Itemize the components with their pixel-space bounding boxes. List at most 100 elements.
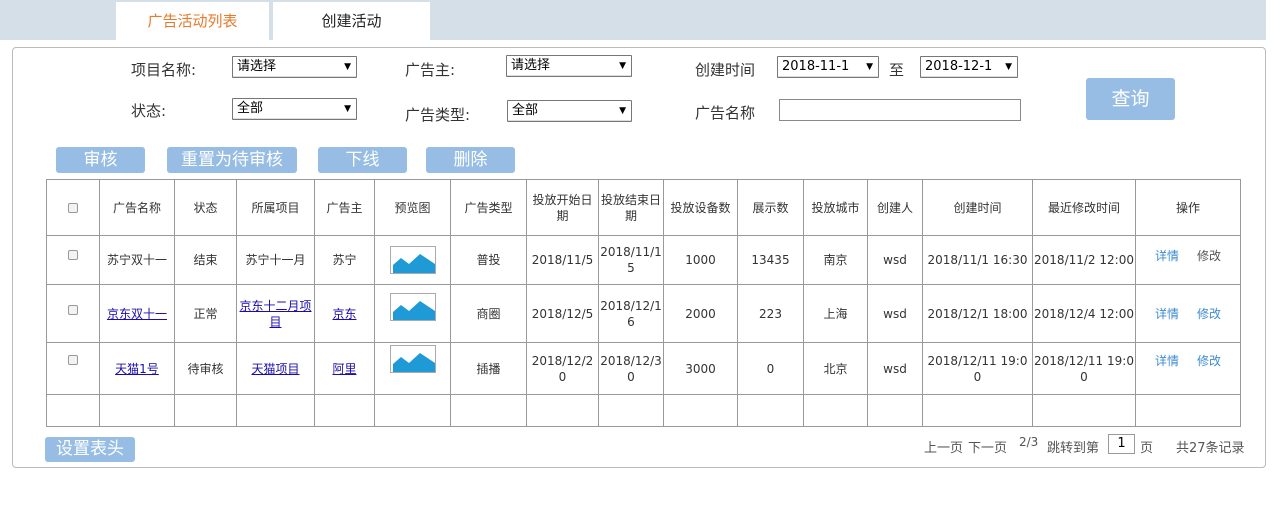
created-time-label: 创建时间 [695,61,756,79]
main-panel: 项目名称: 请选择 ▼ 广告主: 请选择 ▼ 创建时间 2018-11-1 ▼ 至 2… [12,47,1266,468]
cell-ad-type: 普投 [450,235,527,285]
delete-button[interactable]: 删除 [426,147,515,173]
cell-ad-name: 苏宁双十一 [99,235,175,285]
created-from-select[interactable]: 2018-11-1 ▼ [777,56,879,78]
checkbox-icon[interactable] [68,203,78,213]
row-checkbox-icon[interactable] [68,304,78,315]
campaign-table: 广告名称 状态 所属项目 广告主 预览图 广告类型 投放开始日期 投放结束日期 … [46,179,1241,427]
cell-preview [374,235,451,285]
cell-city: 北京 [803,342,868,395]
tab-bar: 广告活动列表 创建活动 [0,0,1266,40]
dropdown-arrow-icon: ▼ [866,62,873,72]
cell-modified-time: 2018/12/4 12:00 [1032,284,1136,343]
page-jump-input[interactable]: 1 [1108,434,1135,454]
row-checkbox-icon[interactable] [68,354,78,365]
cell-preview [374,342,451,395]
col-start-date: 投放开始日期 [526,179,599,236]
cell-operations: 详情 修改 [1135,342,1241,395]
status-select[interactable]: 全部 ▼ [232,98,357,120]
col-advertiser: 广告主 [314,179,375,236]
select-all-cell[interactable] [46,179,100,236]
ad-name-link[interactable]: 天猫1号 [115,362,159,376]
cell-operations: 详情 修改 [1135,284,1241,343]
cell-devices: 2000 [663,284,738,343]
prev-page-link[interactable]: 上一页 [924,437,963,456]
advertiser-label: 广告主: [405,61,456,79]
cell-ad-type: 商圈 [450,284,527,343]
advertiser-link[interactable]: 阿里 [332,362,356,376]
project-link[interactable]: 京东十二月项目 [239,299,311,329]
cell-creator: wsd [867,342,923,395]
cell-start-date: 2018/12/5 [526,284,599,343]
cell-status: 结束 [174,235,237,285]
col-creator: 创建人 [867,179,923,236]
cell-advertiser: 苏宁 [314,235,375,285]
col-ad-name: 广告名称 [99,179,175,236]
cell-created-time: 2018/12/1 18:00 [922,284,1033,343]
query-button[interactable]: 查询 [1086,78,1175,120]
cell-project: 苏宁十一月 [236,235,315,285]
cell-creator: wsd [867,235,923,285]
col-devices: 投放设备数 [663,179,738,236]
next-page-link[interactable]: 下一页 [968,437,1007,456]
cell-impressions: 13435 [737,235,804,285]
ad-name-link[interactable]: 京东双十一 [107,307,167,321]
cell-ad-name: 天猫1号 [99,342,175,395]
project-select[interactable]: 请选择 ▼ [232,56,357,78]
detail-link[interactable]: 详情 [1155,307,1179,321]
col-modified-time: 最近修改时间 [1032,179,1136,236]
cell-devices: 1000 [663,235,738,285]
tab-ad-campaign-list[interactable]: 广告活动列表 [116,2,269,40]
cell-start-date: 2018/12/20 [526,342,599,395]
offline-button[interactable]: 下线 [318,147,407,173]
dropdown-arrow-icon: ▼ [619,61,626,71]
status-label: 状态: [131,102,167,120]
dropdown-arrow-icon: ▼ [619,106,626,116]
ad-name-input[interactable] [779,99,1021,121]
col-impressions: 展示数 [737,179,804,236]
col-operations: 操作 [1135,179,1241,236]
table-header-row: 广告名称 状态 所属项目 广告主 预览图 广告类型 投放开始日期 投放结束日期 … [46,179,1241,236]
jump-label: 跳转到第 [1047,441,1100,456]
cell-advertiser: 京东 [314,284,375,343]
col-created-time: 创建时间 [922,179,1033,236]
created-to-select[interactable]: 2018-12-1 ▼ [920,56,1018,78]
cell-impressions: 0 [737,342,804,395]
detail-link[interactable]: 详情 [1155,354,1179,368]
image-placeholder-icon[interactable] [389,345,436,373]
cell-creator: wsd [867,284,923,343]
image-placeholder-icon[interactable] [389,293,436,321]
cell-ad-type: 插播 [450,342,527,395]
detail-link[interactable]: 详情 [1155,249,1179,263]
ad-type-select[interactable]: 全部 ▼ [507,100,632,122]
advertiser-select[interactable]: 请选择 ▼ [506,55,632,77]
row-checkbox-icon[interactable] [68,249,78,260]
total-records: 共27条记录 [1176,441,1245,456]
ad-type-label: 广告类型: [405,106,471,124]
cell-operations: 详情 修改 [1135,235,1241,285]
advertiser-link[interactable]: 京东 [332,307,356,321]
page-unit-label: 页 [1140,441,1154,456]
table-row: 苏宁双十一 结束 苏宁十一月 苏宁 普投 2018/11/5 2018/11/1… [46,235,1241,285]
cell-modified-time: 2018/11/2 12:00 [1032,235,1136,285]
project-label: 项目名称: [131,61,197,79]
reset-pending-button[interactable]: 重置为待审核 [167,147,297,173]
table-row: 京东双十一 正常 京东十二月项目 京东 商圈 2018/12/5 2018/12… [46,284,1241,343]
approve-button[interactable]: 审核 [56,147,145,173]
cell-end-date: 2018/12/30 [598,342,664,395]
edit-link[interactable]: 修改 [1197,307,1221,321]
cell-city: 南京 [803,235,868,285]
set-table-header-button[interactable]: 设置表头 [45,437,135,462]
table-row: 天猫1号 待审核 天猫项目 阿里 插播 2018/12/20 2018/12/3… [46,342,1241,395]
col-end-date: 投放结束日期 [598,179,664,236]
cell-project: 京东十二月项目 [236,284,315,343]
image-placeholder-icon[interactable] [389,246,436,274]
project-link[interactable]: 天猫项目 [251,362,299,376]
cell-created-time: 2018/11/1 16:30 [922,235,1033,285]
cell-modified-time: 2018/12/11 19:00 [1032,342,1136,395]
edit-link[interactable]: 修改 [1197,354,1221,368]
tab-create-campaign[interactable]: 创建活动 [273,2,430,40]
cell-status: 待审核 [174,342,237,395]
edit-link[interactable]: 修改 [1197,249,1221,263]
col-ad-type: 广告类型 [450,179,527,236]
